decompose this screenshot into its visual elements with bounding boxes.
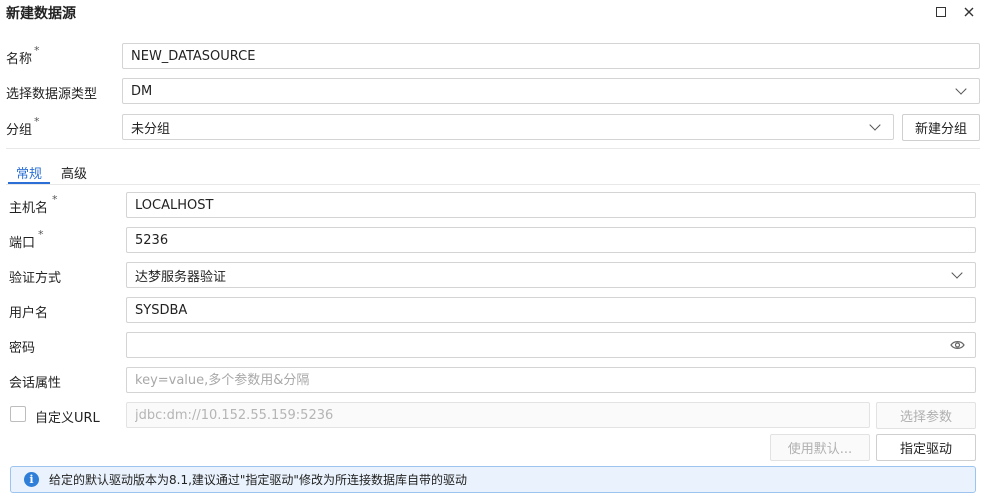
password-field[interactable] [126,332,976,358]
username-input[interactable] [135,298,975,322]
dialog-title: 新建数据源 [6,6,76,22]
close-button[interactable] [958,2,980,22]
maximize-button[interactable] [930,2,952,22]
custom-url-label: 自定义URL [35,411,100,426]
name-label: 名称 [6,52,33,67]
port-required-mark: * [38,228,44,241]
type-select-value: DM [131,83,153,99]
info-icon: i [24,472,39,487]
type-label: 选择数据源类型 [6,87,98,102]
use-default-button[interactable]: 使用默认... [770,434,870,461]
name-input[interactable] [131,44,979,68]
host-field[interactable] [126,192,976,218]
new-group-button[interactable]: 新建分组 [902,114,980,141]
custom-url-field[interactable] [126,402,870,428]
host-label: 主机名 [9,201,49,216]
info-message: 给定的默认驱动版本为8.1,建议通过"指定驱动"修改为所连接数据库自带的驱动 [49,473,467,487]
name-required-mark: * [34,44,40,57]
host-required-mark: * [52,193,58,206]
port-label: 端口 [9,236,36,251]
select-params-button[interactable]: 选择参数 [876,402,976,429]
tabs-divider [6,184,980,185]
session-field[interactable] [126,367,976,393]
tab-advanced[interactable]: 高级 [61,163,87,182]
auth-select[interactable]: 达梦服务器验证 [126,262,976,288]
auth-label: 验证方式 [9,271,62,286]
username-label: 用户名 [9,306,49,321]
custom-url-input[interactable] [135,403,869,427]
group-select-value: 未分组 [131,121,171,137]
password-label: 密码 [9,341,36,356]
session-label: 会话属性 [9,376,62,391]
custom-url-checkbox[interactable] [10,406,26,422]
session-input[interactable] [135,368,975,392]
maximize-icon [936,7,946,17]
host-input[interactable] [135,193,975,217]
password-input[interactable] [135,333,975,357]
divider [6,148,980,149]
group-label: 分组 [6,123,33,138]
title-bar: 新建数据源 [0,0,985,26]
port-input[interactable] [135,228,975,252]
auth-select-value: 达梦服务器验证 [135,269,227,285]
port-field[interactable] [126,227,976,253]
type-select[interactable]: DM [122,78,980,104]
group-select[interactable]: 未分组 [122,114,894,140]
chevron-down-icon [955,83,967,95]
group-required-mark: * [34,115,40,128]
eye-icon[interactable] [950,339,965,351]
username-field[interactable] [126,297,976,323]
info-banner: i 给定的默认驱动版本为8.1,建议通过"指定驱动"修改为所连接数据库自带的驱动 [10,466,976,493]
chevron-down-icon [951,267,963,279]
chevron-down-icon [869,119,881,131]
close-icon [964,7,974,17]
tab-general[interactable]: 常规 [16,163,42,182]
specify-driver-button[interactable]: 指定驱动 [876,434,976,461]
name-field[interactable] [122,43,980,69]
